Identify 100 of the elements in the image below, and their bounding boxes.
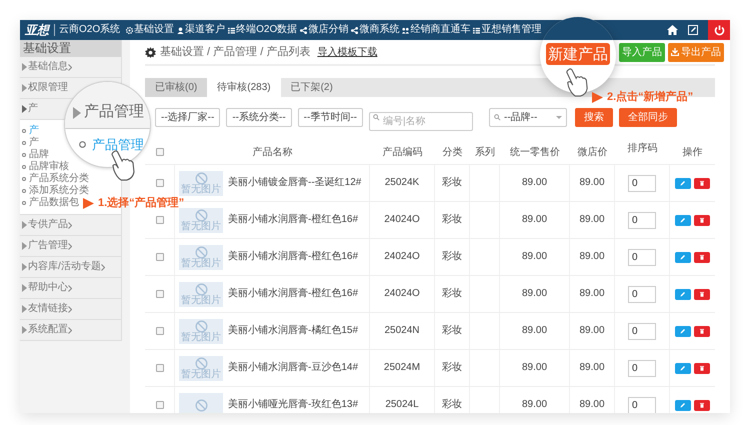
pencil-icon (680, 180, 686, 186)
edit-button[interactable] (675, 326, 691, 336)
sync-all-button[interactable]: 全部同步 (618, 108, 677, 127)
placeholder-text: 暂无图片 (181, 370, 221, 380)
product-name: 美丽小铺水润唇膏-橙红色16# (228, 289, 358, 299)
sidebar-menu-item[interactable]: 内容库/活动专题 (22, 262, 101, 272)
delete-button[interactable] (694, 252, 710, 262)
download-icon (671, 48, 679, 56)
system-name: 云商O2O系统 (58, 25, 122, 35)
search-field[interactable]: 编号|名称 (368, 112, 473, 131)
checkbox[interactable] (156, 327, 164, 335)
product-code: 24024O (384, 252, 420, 262)
chevron-icon (100, 264, 105, 270)
checkbox[interactable] (156, 216, 164, 224)
power-button[interactable] (708, 20, 730, 40)
sidebar-submenu-item[interactable]: 添加系统分类 (20, 185, 89, 197)
sidebar-submenu-item[interactable]: 品牌 (20, 149, 49, 161)
triangle-icon (22, 284, 27, 292)
edit-button[interactable] (675, 288, 691, 300)
product-name: 美丽小铺水润唇膏-豆沙色14# (228, 363, 358, 373)
product-code: 24024O (384, 215, 420, 225)
select-field[interactable]: --系统分类-- (226, 108, 292, 127)
sidebar-submenu-item[interactable]: 产 (20, 125, 39, 137)
edit-icon[interactable] (688, 25, 698, 35)
delete-button[interactable] (694, 326, 710, 336)
nav-menu-item[interactable]: 亚想销售管理 (473, 25, 542, 35)
tab[interactable]: 已审核(0) (145, 78, 208, 97)
sidebar-menu-item[interactable]: 友情链接 (22, 304, 68, 314)
home-icon[interactable] (667, 25, 678, 35)
price-cell: 89.00 (522, 326, 548, 336)
edit-button[interactable] (675, 214, 691, 226)
category-cell: 彩妆 (442, 400, 462, 410)
sidebar-submenu-item[interactable]: 产品数据包 (20, 197, 79, 209)
sidebar-menu-item[interactable]: 系统配置 (22, 325, 68, 335)
edit-button[interactable] (675, 400, 691, 410)
nav-menu-item[interactable]: 微商系统 (351, 25, 400, 35)
sidebar-submenu-item[interactable]: 产品系统分类 (20, 173, 89, 185)
category-cell: 彩妆 (442, 215, 462, 225)
price-cell: 89.00 (579, 289, 605, 299)
nav-menu-item[interactable]: 基础设置 (126, 25, 174, 35)
edit-button[interactable] (675, 178, 691, 188)
column-header: 统一零售价 (510, 146, 560, 160)
sidebar-menu-item[interactable]: 产 (22, 104, 38, 114)
placeholder-text: 暂无图片 (181, 222, 221, 232)
delete-button[interactable] (694, 178, 710, 188)
sort-input[interactable]: 0 (628, 396, 656, 413)
delete-button[interactable] (694, 288, 710, 300)
sidebar-menu-item[interactable]: 专供产品 (22, 220, 68, 230)
chevron-icon (68, 64, 72, 70)
product-code: 24024O (384, 289, 420, 299)
pencil-icon (680, 365, 686, 371)
pencil-icon (680, 328, 686, 334)
nav-menu-item[interactable]: 渠道客户 (177, 25, 226, 35)
import-button[interactable]: 导入产品 (619, 42, 665, 62)
delete-button[interactable] (694, 400, 710, 410)
edit-button[interactable] (675, 252, 691, 262)
export-button[interactable]: 导出产品 (668, 42, 724, 62)
sidebar-menu-item[interactable]: 广告管理 (22, 241, 68, 251)
nav-menu-item[interactable]: 终端O2O数据 (228, 25, 298, 35)
sort-input[interactable]: 0 (628, 248, 656, 266)
triangle-icon (22, 326, 27, 334)
select-field[interactable]: --品牌-- (488, 108, 567, 127)
tab[interactable]: 待审核(283) (207, 78, 281, 97)
sidebar-menu-item[interactable]: 基础信息 (22, 62, 68, 72)
nav-menu-item[interactable]: 微店分销 (300, 25, 348, 35)
checkbox[interactable] (156, 179, 164, 187)
no-image-icon (194, 282, 208, 296)
sidebar-menu-item[interactable]: 帮助中心 (22, 283, 68, 293)
checkbox[interactable] (156, 401, 164, 409)
sort-input[interactable]: 0 (628, 286, 656, 302)
template-download-link[interactable]: 导入模板下载 (317, 44, 378, 60)
checkbox[interactable] (156, 148, 164, 156)
pencil-icon (680, 402, 686, 408)
nav-menu-item[interactable]: 经销商直通车 (402, 25, 470, 35)
sidebar-submenu-item[interactable]: 品牌审核 (20, 161, 69, 173)
select-field[interactable]: --季节时间-- (298, 108, 363, 127)
checkbox[interactable] (156, 253, 164, 261)
search-button[interactable]: 搜索 (574, 108, 613, 127)
sort-input[interactable]: 0 (628, 322, 656, 340)
pencil-icon (680, 217, 686, 223)
checkbox[interactable] (156, 290, 164, 298)
power-icon (714, 24, 724, 36)
circle-bullet-icon (22, 189, 26, 193)
product-name: 美丽小铺哑光唇膏-玫红色13# (228, 400, 358, 410)
new-product-button[interactable]: 新建产品 (546, 43, 610, 65)
arrow-icon (83, 198, 94, 209)
sort-input[interactable]: 0 (628, 174, 656, 192)
delete-button[interactable] (694, 362, 710, 374)
product-code: 25024M (384, 363, 420, 373)
sidebar-submenu-item[interactable]: 产 (20, 137, 39, 149)
checkbox[interactable] (156, 364, 164, 372)
edit-button[interactable] (675, 362, 691, 374)
grid-icon (473, 26, 480, 34)
delete-button[interactable] (694, 214, 710, 226)
sort-input[interactable]: 0 (628, 360, 656, 376)
select-field[interactable]: --选择厂家-- (155, 108, 220, 127)
sidebar-menu-item[interactable]: 权限管理 (22, 83, 68, 93)
product-name: 美丽小铺镀金唇膏--圣诞红12# (228, 178, 362, 188)
price-cell: 89.00 (522, 215, 548, 225)
sort-input[interactable]: 0 (628, 212, 656, 228)
